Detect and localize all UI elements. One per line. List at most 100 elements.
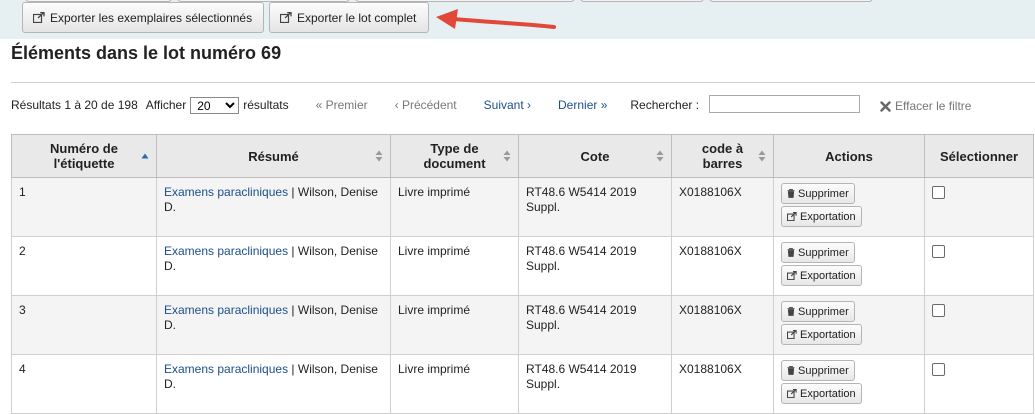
sort-icon bbox=[656, 150, 664, 162]
column-header-type[interactable]: Type de document bbox=[390, 134, 519, 178]
actions-cell: Supprimer Exportation bbox=[773, 354, 925, 414]
actions-cell: Supprimer Exportation bbox=[773, 295, 925, 355]
export-selected-label: Exporter les exemplaires sélectionnés bbox=[50, 10, 253, 25]
divider bbox=[11, 82, 1035, 83]
trash-icon bbox=[787, 307, 795, 316]
export-label: Exportation bbox=[800, 387, 856, 400]
export-button[interactable]: Exportation bbox=[781, 265, 862, 286]
title-link[interactable]: Examens paracliniques bbox=[164, 303, 288, 317]
previous-page-link[interactable]: ‹ Précédent bbox=[395, 98, 457, 112]
document-type: Livre imprimé bbox=[398, 244, 471, 258]
column-header-barcode[interactable]: code à barres bbox=[671, 134, 774, 178]
export-button[interactable]: Exportation bbox=[781, 206, 862, 227]
summary-cell: Examens paracliniques | Wilson, Denise D… bbox=[156, 354, 391, 414]
label-number: 4 bbox=[19, 362, 26, 376]
document-type: Livre imprimé bbox=[398, 362, 471, 376]
export-icon bbox=[280, 12, 292, 23]
type-cell: Livre imprimé bbox=[390, 177, 519, 237]
label-number: 2 bbox=[19, 244, 26, 258]
document-type: Livre imprimé bbox=[398, 185, 471, 199]
column-header-text: Numéro de l'étiquette bbox=[50, 141, 118, 171]
close-icon bbox=[880, 100, 891, 112]
toolbar-button-partial[interactable] bbox=[580, 0, 704, 2]
export-button[interactable]: Exportation bbox=[781, 383, 862, 404]
column-header-text: code à barres bbox=[701, 141, 744, 171]
export-label: Exportation bbox=[800, 210, 856, 223]
delete-button[interactable]: Supprimer bbox=[781, 242, 855, 263]
toolbar-button-partial[interactable] bbox=[709, 0, 873, 2]
results-label: résultats bbox=[243, 98, 289, 112]
sort-icon bbox=[503, 150, 511, 162]
title-link[interactable]: Examens paracliniques bbox=[164, 185, 288, 199]
results-info: Résultats 1 à 20 de 198 bbox=[11, 98, 138, 112]
actions-cell: Supprimer Exportation bbox=[773, 236, 925, 296]
next-page-link[interactable]: Suivant › bbox=[484, 98, 531, 112]
title-link[interactable]: Examens paracliniques bbox=[164, 362, 288, 376]
call-number-cell: RT48.6 W5414 2019 Suppl. bbox=[518, 295, 672, 355]
column-header-text: Actions bbox=[825, 148, 873, 164]
barcode: X0188106X bbox=[679, 244, 742, 258]
barcode: X0188106X bbox=[679, 303, 742, 317]
call-number: RT48.6 W5414 2019 Suppl. bbox=[526, 185, 637, 214]
export-label: Exportation bbox=[800, 269, 856, 282]
search-input[interactable] bbox=[709, 95, 860, 113]
call-number: RT48.6 W5414 2019 Suppl. bbox=[526, 303, 637, 332]
delete-button[interactable]: Supprimer bbox=[781, 360, 855, 381]
select-checkbox[interactable] bbox=[932, 186, 945, 199]
table-header-row: Numéro de l'étiquette Résumé Type de doc… bbox=[11, 134, 1034, 178]
title-link[interactable]: Examens paracliniques bbox=[164, 244, 288, 258]
export-icon bbox=[787, 330, 797, 339]
label-number: 1 bbox=[19, 185, 26, 199]
items-table: Numéro de l'étiquette Résumé Type de doc… bbox=[11, 134, 1034, 414]
column-header-call-number[interactable]: Cote bbox=[518, 134, 672, 178]
trash-icon bbox=[787, 189, 795, 198]
sort-icon bbox=[375, 150, 383, 162]
delete-label: Supprimer bbox=[798, 246, 849, 259]
document-type: Livre imprimé bbox=[398, 303, 471, 317]
column-header-label[interactable]: Numéro de l'étiquette bbox=[11, 134, 157, 178]
clear-filter-label: Effacer le filtre bbox=[895, 99, 972, 113]
table-row: 1 Examens paracliniques | Wilson, Denise… bbox=[11, 177, 1034, 237]
select-checkbox[interactable] bbox=[932, 245, 945, 258]
export-all-button[interactable]: Exporter le lot complet bbox=[269, 2, 429, 33]
summary-cell: Examens paracliniques | Wilson, Denise D… bbox=[156, 236, 391, 296]
barcode-cell: X0188106X bbox=[671, 236, 774, 296]
export-label: Exportation bbox=[800, 328, 856, 341]
label-cell: 4 bbox=[11, 354, 157, 414]
per-page-select[interactable]: 20 bbox=[190, 96, 240, 114]
column-header-text: Résumé bbox=[248, 148, 299, 164]
last-page-link[interactable]: Dernier » bbox=[558, 98, 607, 112]
label-cell: 3 bbox=[11, 295, 157, 355]
export-button[interactable]: Exportation bbox=[781, 324, 862, 345]
column-header-text: Type de document bbox=[423, 141, 486, 171]
export-selected-button[interactable]: Exporter les exemplaires sélectionnés bbox=[22, 2, 264, 33]
clear-filter-button[interactable]: Effacer le filtre bbox=[880, 99, 971, 113]
delete-button[interactable]: Supprimer bbox=[781, 183, 855, 204]
call-number: RT48.6 W5414 2019 Suppl. bbox=[526, 362, 637, 391]
toolbar: Exporter les exemplaires sélectionnés Ex… bbox=[0, 0, 1035, 39]
show-label: Afficher bbox=[145, 98, 187, 112]
page-title: Éléments dans le lot numéro 69 bbox=[11, 43, 282, 63]
table-row: 4 Examens paracliniques | Wilson, Denise… bbox=[11, 354, 1034, 414]
first-page-link[interactable]: « Premier bbox=[316, 98, 368, 112]
select-checkbox[interactable] bbox=[932, 304, 945, 317]
sort-icon bbox=[758, 150, 766, 162]
export-icon bbox=[33, 12, 45, 23]
select-checkbox[interactable] bbox=[932, 363, 945, 376]
delete-label: Supprimer bbox=[798, 187, 849, 200]
barcode: X0188106X bbox=[679, 362, 742, 376]
column-header-select: Sélectionner bbox=[924, 134, 1034, 178]
delete-button[interactable]: Supprimer bbox=[781, 301, 855, 322]
table-row: 2 Examens paracliniques | Wilson, Denise… bbox=[11, 236, 1034, 296]
select-cell bbox=[924, 354, 1034, 414]
label-number: 3 bbox=[19, 303, 26, 317]
export-icon bbox=[787, 212, 797, 221]
barcode-cell: X0188106X bbox=[671, 295, 774, 355]
column-header-summary[interactable]: Résumé bbox=[156, 134, 391, 178]
export-icon bbox=[787, 271, 797, 280]
sort-ascending-icon bbox=[141, 153, 149, 159]
pagination-bar: Résultats 1 à 20 de 198 Afficher 20 résu… bbox=[11, 95, 699, 115]
call-number-cell: RT48.6 W5414 2019 Suppl. bbox=[518, 354, 672, 414]
select-cell bbox=[924, 295, 1034, 355]
summary-cell: Examens paracliniques | Wilson, Denise D… bbox=[156, 295, 391, 355]
